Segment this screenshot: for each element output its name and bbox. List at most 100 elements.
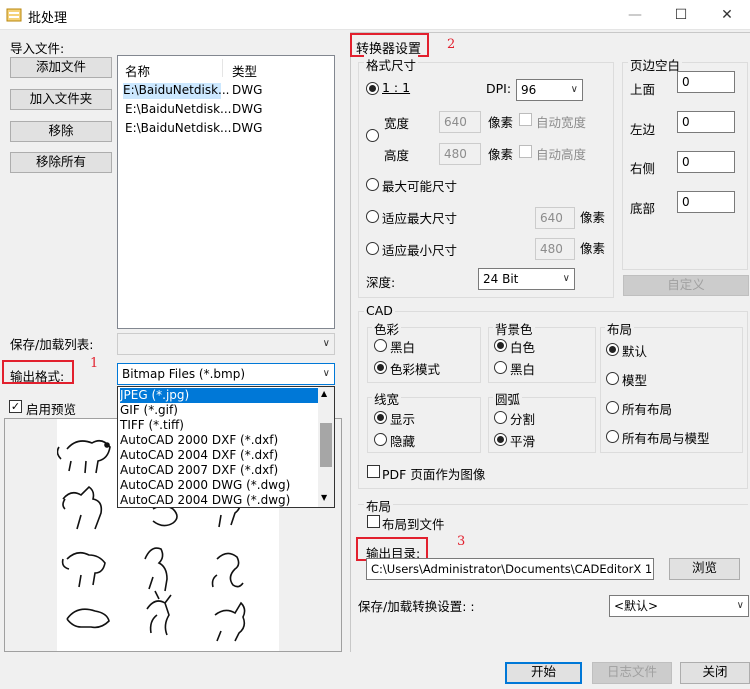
scroll-up-icon[interactable]: ▲ [321,389,327,398]
annotation-box-2 [350,33,429,57]
fit-max-field[interactable]: 640 [535,207,575,229]
row-name: E:\BaiduNetdisk... [125,121,232,135]
format-size-title: 格式尺寸 [364,55,419,74]
lineweight-hide-radio[interactable] [374,433,387,446]
output-format-dropdown[interactable]: JPEG (*.jpg) GIF (*.gif) TIFF (*.tiff) A… [117,386,335,508]
window-title: 批处理 [28,11,68,26]
start-button[interactable]: 开始 [505,662,582,684]
save-load-settings-label: 保存/加载转换设置: : [358,599,475,614]
all-layouts-radio[interactable] [606,401,619,414]
chevron-down-icon: ∨ [562,273,570,284]
output-format-combo[interactable]: Bitmap Files (*.bmp) ∨ [117,363,335,385]
margin-bottom-field[interactable]: 0 [677,191,735,213]
auto-height-checkbox[interactable] [519,145,532,158]
import-files-label: 导入文件: [10,41,65,56]
margin-right-field[interactable]: 0 [677,151,735,173]
layout-options-title: 布局 [605,319,635,338]
annotation-number-3: 3 [457,534,466,549]
format-option[interactable]: TIFF (*.tiff) [120,418,184,433]
auto-width-checkbox[interactable] [519,113,532,126]
row-name: E:\BaiduNetdisk... [125,102,232,116]
scroll-thumb[interactable] [320,423,332,467]
all-layouts-model-radio[interactable] [606,430,619,443]
bw-radio[interactable] [374,339,387,352]
auto-width-label: 自动宽度 [536,115,587,130]
file-list[interactable]: 名称 类型 E:\BaiduNetdisk... DWG E:\BaiduNet… [117,55,335,329]
bg-white-radio[interactable] [494,339,507,352]
column-header-name[interactable]: 名称 [125,61,150,80]
table-row[interactable]: E:\BaiduNetdisk... DWG [121,81,331,100]
row-type: DWG [232,102,263,116]
fit-max-label: 适应最大尺寸 [382,211,458,226]
column-header-type[interactable]: 类型 [232,61,257,80]
add-folder-button[interactable]: 加入文件夹 [10,89,112,110]
format-option[interactable]: AutoCAD 2000 DWG (*.dwg) [120,478,290,493]
scroll-down-icon[interactable]: ▼ [321,493,327,502]
layout-model-radio[interactable] [606,372,619,385]
format-option[interactable]: GIF (*.gif) [120,403,178,418]
dpi-value: 96 [521,83,537,97]
layout-to-file-label: 布局到文件 [382,517,445,532]
ratio-1-1-radio[interactable] [366,82,379,95]
output-dir-field[interactable]: C:\Users\Administrator\Documents\CADEdit… [366,558,654,580]
log-file-button[interactable]: 日志文件 [592,662,672,684]
depth-combo[interactable]: 24 Bit ∨ [478,268,575,290]
app-icon [6,8,22,22]
arc-smooth-radio[interactable] [494,433,507,446]
fit-min-field[interactable]: 480 [535,238,575,260]
enable-preview-checkbox[interactable]: ✓ [9,400,22,413]
bg-black-radio[interactable] [494,361,507,374]
annotation-number-2: 2 [447,37,456,52]
margin-top-field[interactable]: 0 [677,71,735,93]
remove-all-button[interactable]: 移除所有 [10,152,112,173]
add-file-button[interactable]: 添加文件 [10,57,112,78]
browse-button[interactable]: 浏览 [669,558,740,580]
layout-model-label: 模型 [622,373,648,388]
custom-button[interactable]: 自定义 [623,275,749,296]
close-icon[interactable]: ✕ [704,0,750,30]
ratio-1-1-label: 1 : 1 [382,80,411,95]
lineweight-show-label: 显示 [390,412,416,427]
format-option[interactable]: AutoCAD 2007 DXF (*.dxf) [120,463,278,478]
save-load-settings-value: <默认> [614,599,659,613]
color-mode-radio[interactable] [374,361,387,374]
format-option[interactable]: JPEG (*.jpg) [120,388,318,403]
fit-min-radio[interactable] [366,242,379,255]
minimize-icon[interactable]: — [612,0,658,30]
lineweight-show-radio[interactable] [374,411,387,424]
table-row[interactable]: E:\BaiduNetdisk... DWG [121,100,331,119]
close-button[interactable]: 关闭 [680,662,750,684]
cad-title: CAD [364,303,395,318]
margin-left-field[interactable]: 0 [677,111,735,133]
fit-max-radio[interactable] [366,210,379,223]
maximize-icon[interactable]: ☐ [658,0,704,30]
title-bar: 批处理 — ☐ ✕ [0,0,750,30]
format-option[interactable]: AutoCAD 2000 DXF (*.dxf) [120,433,278,448]
max-size-radio[interactable] [366,178,379,191]
all-layouts-label: 所有布局 [622,402,673,417]
enable-preview-label: 启用预览 [26,402,77,417]
fit-min-label: 适应最小尺寸 [382,243,458,258]
format-option[interactable]: AutoCAD 2004 DWG (*.dwg) [120,493,290,508]
layout-to-file-checkbox[interactable] [367,515,380,528]
arc-split-radio[interactable] [494,411,507,424]
background-title: 背景色 [493,319,535,338]
width-field[interactable]: 640 [439,111,481,133]
custom-size-radio[interactable] [366,129,379,142]
save-load-list-combo[interactable]: ∨ [117,333,335,355]
annotation-number-1: 1 [90,356,99,371]
format-option[interactable]: AutoCAD 2004 DXF (*.dxf) [120,448,278,463]
pdf-page-image-checkbox[interactable] [367,465,380,478]
remove-button[interactable]: 移除 [10,121,112,142]
layout-default-radio[interactable] [606,343,619,356]
save-load-settings-combo[interactable]: <默认> ∨ [609,595,749,617]
table-row[interactable]: E:\BaiduNetdisk... DWG [121,119,331,138]
chevron-down-icon: ∨ [322,368,330,379]
arc-title: 圆弧 [493,389,523,408]
dpi-combo[interactable]: 96 ∨ [516,79,583,101]
dropdown-scrollbar[interactable]: ▲ ▼ [318,387,334,507]
output-format-value: Bitmap Files (*.bmp) [122,367,245,381]
width-unit-label: 像素 [488,115,514,130]
height-field[interactable]: 480 [439,143,481,165]
chevron-down-icon: ∨ [570,84,578,95]
